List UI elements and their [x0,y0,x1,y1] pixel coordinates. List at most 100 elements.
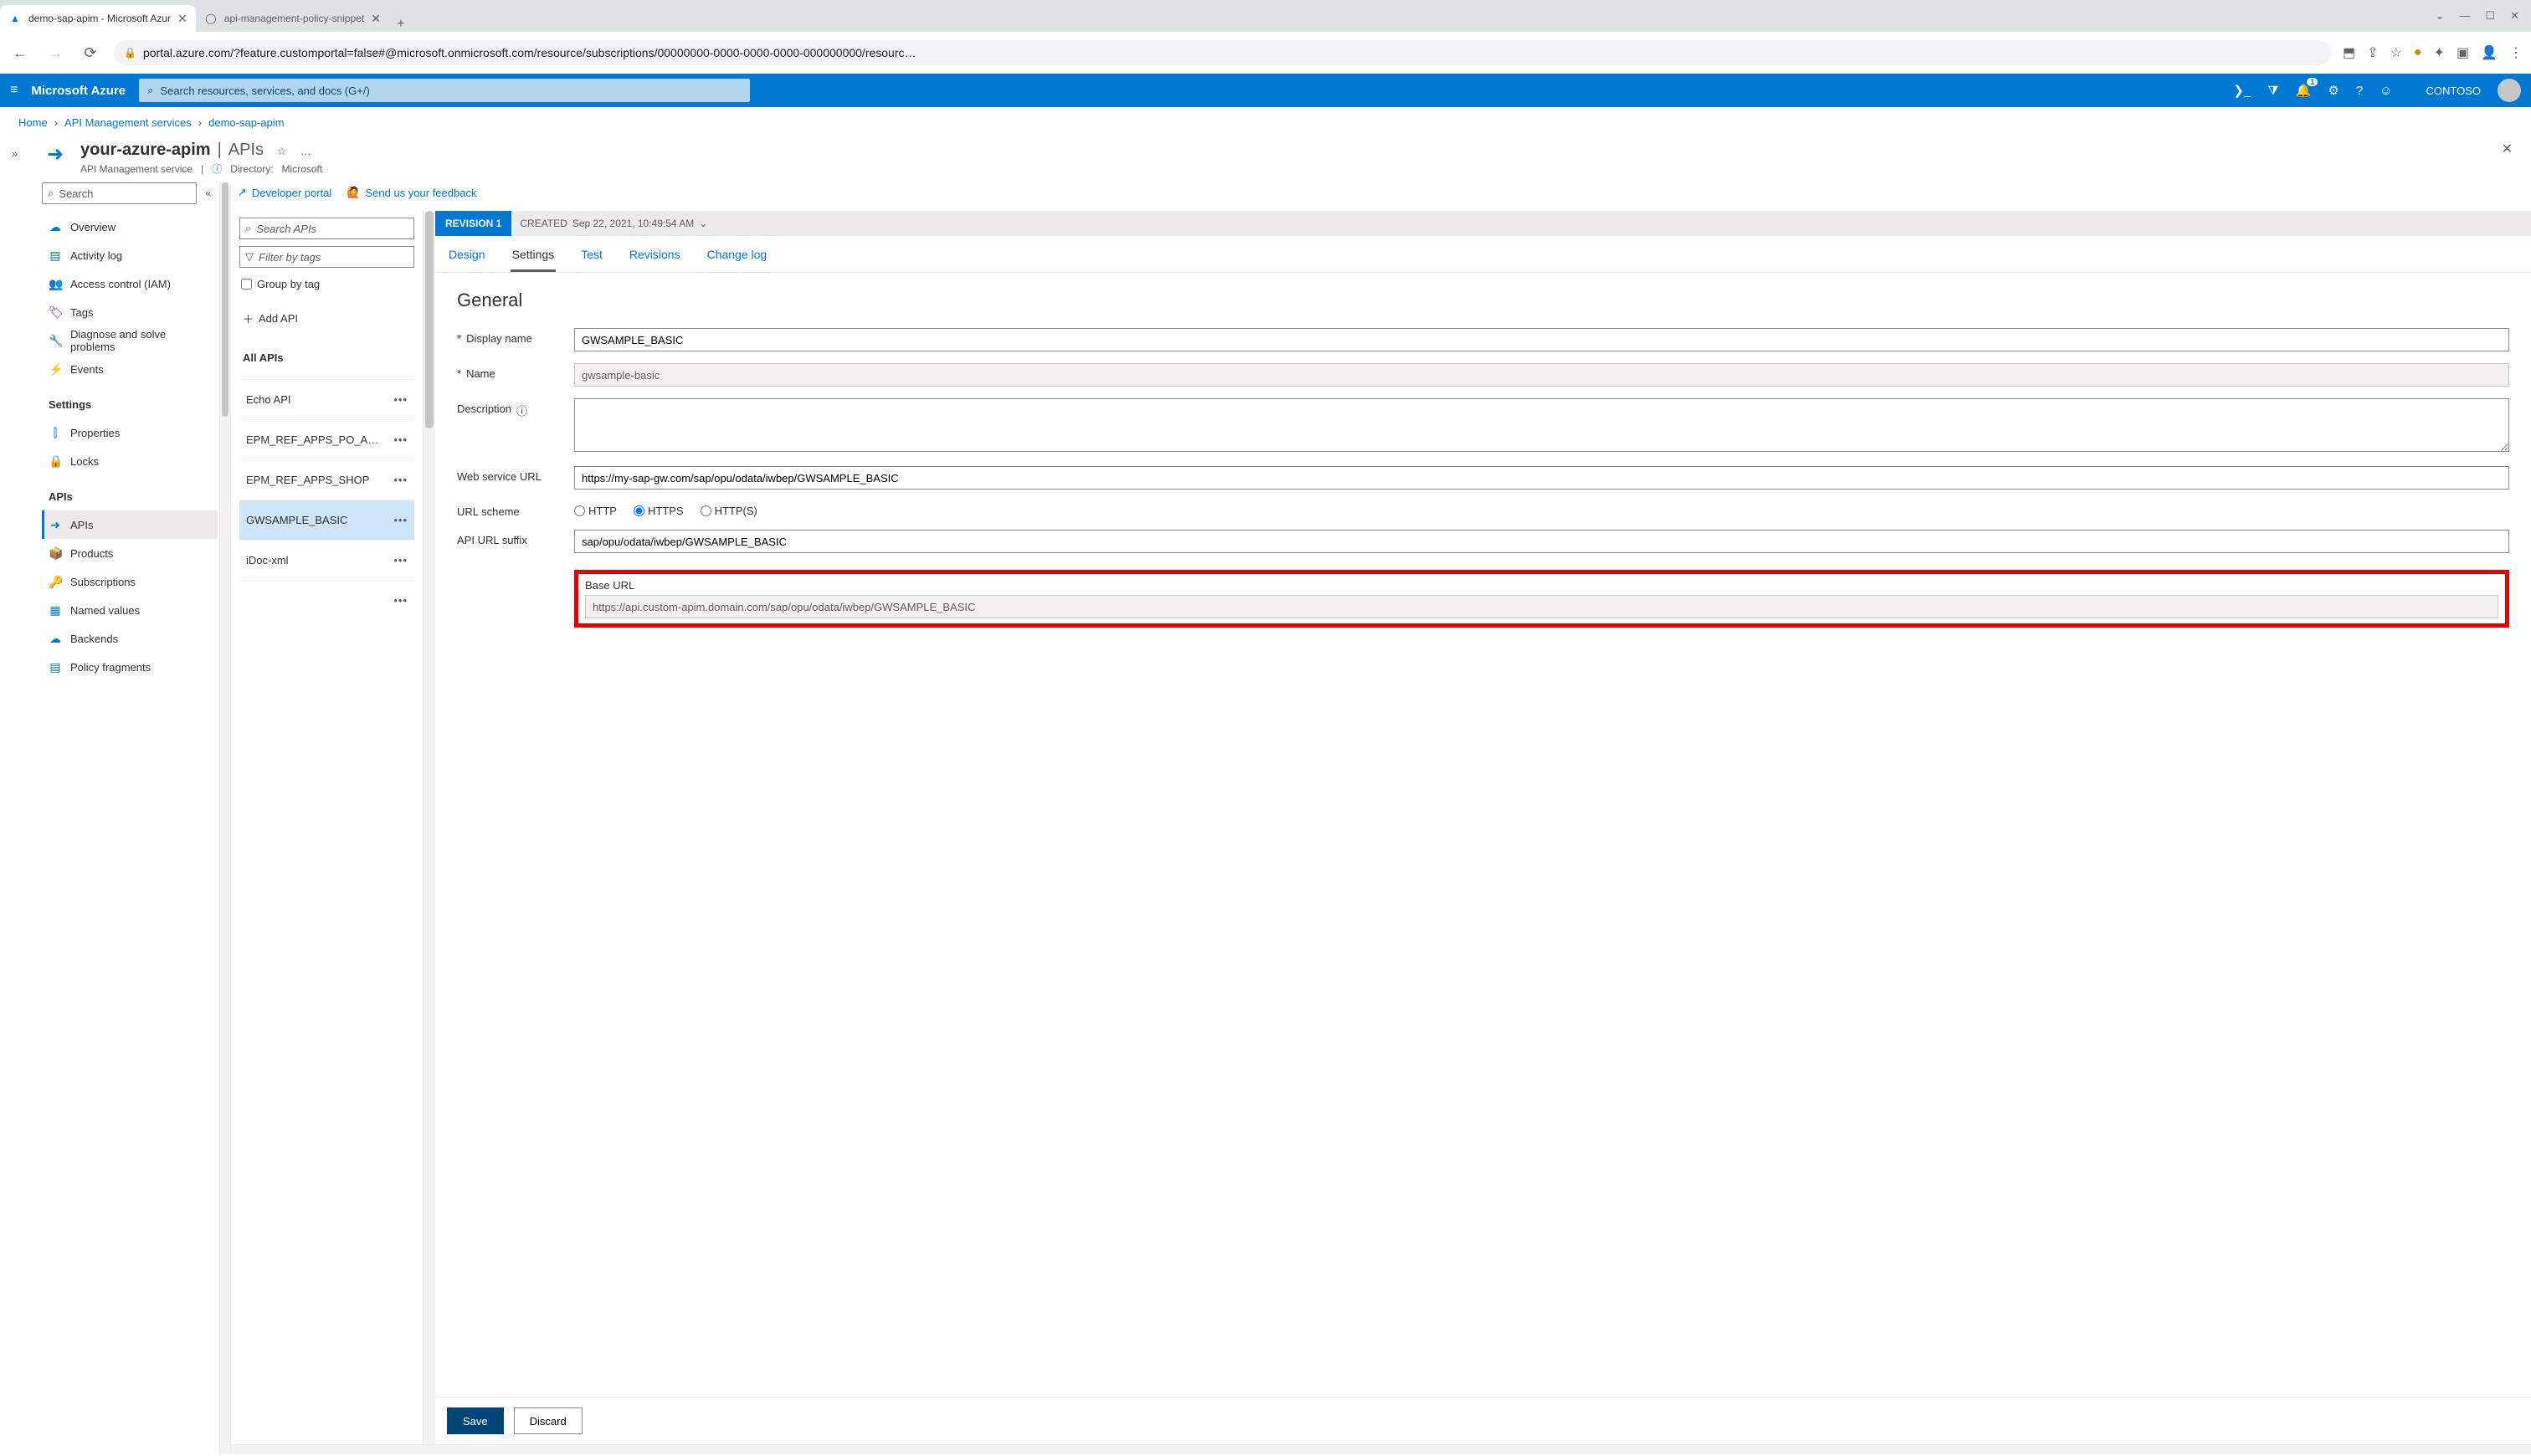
menu-item-policy-fragments[interactable]: ▤Policy fragments [42,653,218,681]
api-url-suffix-input[interactable] [574,530,2509,553]
bookmark-icon[interactable]: ☆ [2390,44,2402,61]
menu-item-diagnose-and-solve-problems[interactable]: 🔧Diagnose and solve problems [42,326,218,355]
tab-settings[interactable]: Settings [511,243,557,272]
menu-item-activity-log[interactable]: ▤Activity log [42,241,218,269]
menu-item-access-control-iam-[interactable]: 👥Access control (IAM) [42,269,218,298]
browser-tab-azure[interactable]: ▲ demo-sap-apim - Microsoft Azur ✕ [0,5,196,32]
api-search-input[interactable]: ⌕ Search APIs [239,218,414,239]
back-button[interactable]: ← [8,41,32,64]
menu-item-named-values[interactable]: ▦Named values [42,596,218,624]
save-button[interactable]: Save [447,1407,504,1434]
menu-item-tags[interactable]: 🏷Tags [42,298,218,326]
group-by-tag-checkbox[interactable]: Group by tag [239,274,414,294]
menu-scrollbar[interactable] [219,182,231,1454]
help-icon[interactable]: ? [2356,84,2363,98]
cloud-shell-icon[interactable]: ❯_ [2233,83,2251,98]
collapse-menu-icon[interactable]: « [205,187,211,199]
share-icon[interactable]: ⇪ [2367,44,2378,61]
api-list-scrollbar[interactable] [424,211,435,1444]
tab-change-log[interactable]: Change log [706,243,769,272]
api-item[interactable]: ••• [239,580,414,620]
menu-item-apis[interactable]: ➜APIs [42,510,218,539]
more-icon[interactable]: ••• [393,393,408,406]
browser-tab-github[interactable]: ◯ api-management-policy-snippet ✕ [196,5,389,32]
api-item[interactable]: GWSAMPLE_BASIC••• [239,500,414,540]
notifications-icon[interactable]: 🔔 [2296,83,2312,98]
tenant-name[interactable]: CONTOSO [2426,85,2482,97]
tab-revisions[interactable]: Revisions [628,243,682,272]
new-tab-button[interactable]: + [389,17,413,32]
horizontal-scrollbar[interactable] [231,1444,2531,1454]
close-blade-icon[interactable]: ✕ [2502,141,2513,157]
radio-http[interactable]: HTTP [574,505,617,517]
reload-button[interactable]: ⟳ [79,41,102,64]
radio-both-label: HTTP(S) [715,505,757,517]
info-icon[interactable]: ⓘ [516,402,527,418]
feedback-link[interactable]: 🙋 Send us your feedback [347,186,476,199]
api-filter-input[interactable]: ▽ Filter by tags [239,246,414,268]
revision-badge[interactable]: REVISION 1 [435,211,511,236]
group-by-tag-input[interactable] [241,279,252,290]
azure-brand[interactable]: Microsoft Azure [31,84,126,98]
api-item[interactable]: iDoc-xml••• [239,540,414,580]
more-icon[interactable]: ••• [393,514,408,526]
all-apis-heading[interactable]: All APIs [239,343,414,372]
hamburger-icon[interactable]: ≡ [10,83,18,98]
extensions-icon[interactable]: ✦ [2434,44,2445,61]
info-icon[interactable]: ⓘ [212,161,222,176]
extension-icon[interactable]: ● [2414,45,2422,60]
api-item[interactable]: EPM_REF_APPS_PO_A…••• [239,419,414,459]
breadcrumb-home[interactable]: Home [18,116,48,129]
install-icon[interactable]: ⬒ [2343,44,2355,61]
developer-portal-link[interactable]: ↗ Developer portal [238,186,331,199]
profile-icon[interactable]: 👤 [2481,44,2498,61]
forward-button[interactable]: → [44,41,67,64]
breadcrumb-resource[interactable]: demo-sap-apim [208,116,284,129]
menu-search-input[interactable]: ⌕ Search [42,182,197,204]
close-icon[interactable]: ✕ [177,12,187,26]
more-icon[interactable]: ••• [393,474,408,486]
filter-icon[interactable]: ⧩ [2267,84,2278,98]
more-icon[interactable]: ••• [393,554,408,567]
minimize-icon[interactable]: — [2459,9,2470,23]
settings-icon[interactable]: ⚙ [2328,83,2338,98]
url-input[interactable]: 🔒 portal.azure.com/?feature.customportal… [114,40,2331,65]
close-icon[interactable]: ✕ [371,12,381,26]
menu-item-products[interactable]: 📦Products [42,539,218,567]
close-window-icon[interactable]: ✕ [2510,9,2519,23]
menu-item-properties[interactable]: ⫿Properties [42,418,218,447]
feedback-icon[interactable]: ☺ [2380,84,2392,98]
description-input[interactable] [574,398,2509,452]
menu-item-overview[interactable]: ☁Overview [42,213,218,241]
tab-design[interactable]: Design [447,243,487,272]
api-item[interactable]: EPM_REF_APPS_SHOP••• [239,459,414,500]
more-icon[interactable]: … [300,145,311,157]
more-icon[interactable]: ••• [393,433,408,446]
discard-button[interactable]: Discard [514,1407,583,1434]
add-api-button[interactable]: ＋ Add API [239,300,414,336]
chevron-down-icon[interactable]: ⌄ [2436,9,2445,23]
breadcrumb-service[interactable]: API Management services [64,116,192,129]
sidepanel-icon[interactable]: ▣ [2457,44,2469,61]
user-avatar[interactable] [2498,79,2521,102]
menu-item-subscriptions[interactable]: 🔑Subscriptions [42,567,218,596]
favorite-icon[interactable]: ☆ [277,145,287,158]
web-service-url-input[interactable] [574,466,2509,490]
api-item[interactable]: Echo API••• [239,379,414,419]
chevron-down-icon[interactable]: ⌄ [699,218,707,229]
global-search-input[interactable]: ⌕ Search resources, services, and docs (… [139,79,750,102]
tab-test[interactable]: Test [579,243,604,272]
maximize-icon[interactable]: ☐ [2485,9,2495,23]
menu-item-locks[interactable]: 🔒Locks [42,447,218,475]
menu-search-placeholder: Search [59,187,93,200]
expand-icon[interactable]: » [12,147,18,160]
menu-item-backends[interactable]: ☁Backends [42,624,218,653]
menu-icon: ➜ [49,518,62,532]
radio-https[interactable]: HTTPS [634,505,684,517]
menu-item-events[interactable]: ⚡Events [42,355,218,383]
more-icon[interactable]: ••• [393,594,408,607]
radio-both[interactable]: HTTP(S) [701,505,757,517]
display-name-input[interactable] [574,328,2509,351]
filter-icon: ▽ [245,250,254,264]
menu-icon[interactable]: ⋮ [2509,44,2523,61]
